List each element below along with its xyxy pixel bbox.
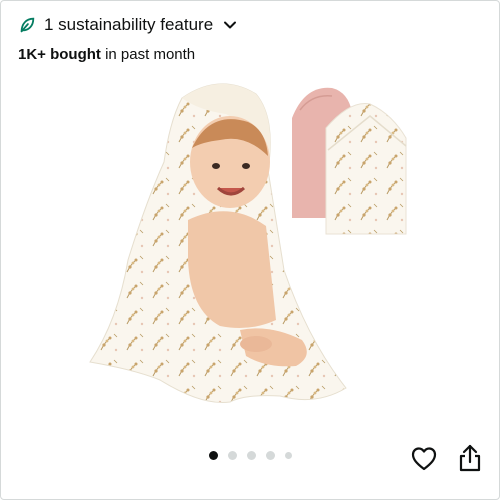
carousel-dot[interactable] xyxy=(246,451,256,460)
purchase-stat: 1K+ bought in past month xyxy=(18,46,195,63)
purchase-period: in past month xyxy=(105,46,196,63)
sustainability-feature-toggle[interactable]: 1 sustainability feature xyxy=(18,12,237,38)
carousel-dot[interactable] xyxy=(208,451,218,460)
share-icon[interactable] xyxy=(457,443,483,473)
folded-floral-towel xyxy=(325,103,407,235)
chevron-down-icon xyxy=(224,21,237,29)
leaf-icon xyxy=(20,17,35,33)
sustainability-label: 1 sustainability feature xyxy=(44,15,214,34)
carousel-dot[interactable] xyxy=(265,451,275,460)
product-image[interactable] xyxy=(70,70,440,430)
carousel-dot[interactable] xyxy=(227,451,237,460)
heart-icon[interactable] xyxy=(410,445,438,473)
carousel-dot[interactable] xyxy=(284,452,292,459)
purchase-count: 1K+ bought xyxy=(18,46,101,63)
